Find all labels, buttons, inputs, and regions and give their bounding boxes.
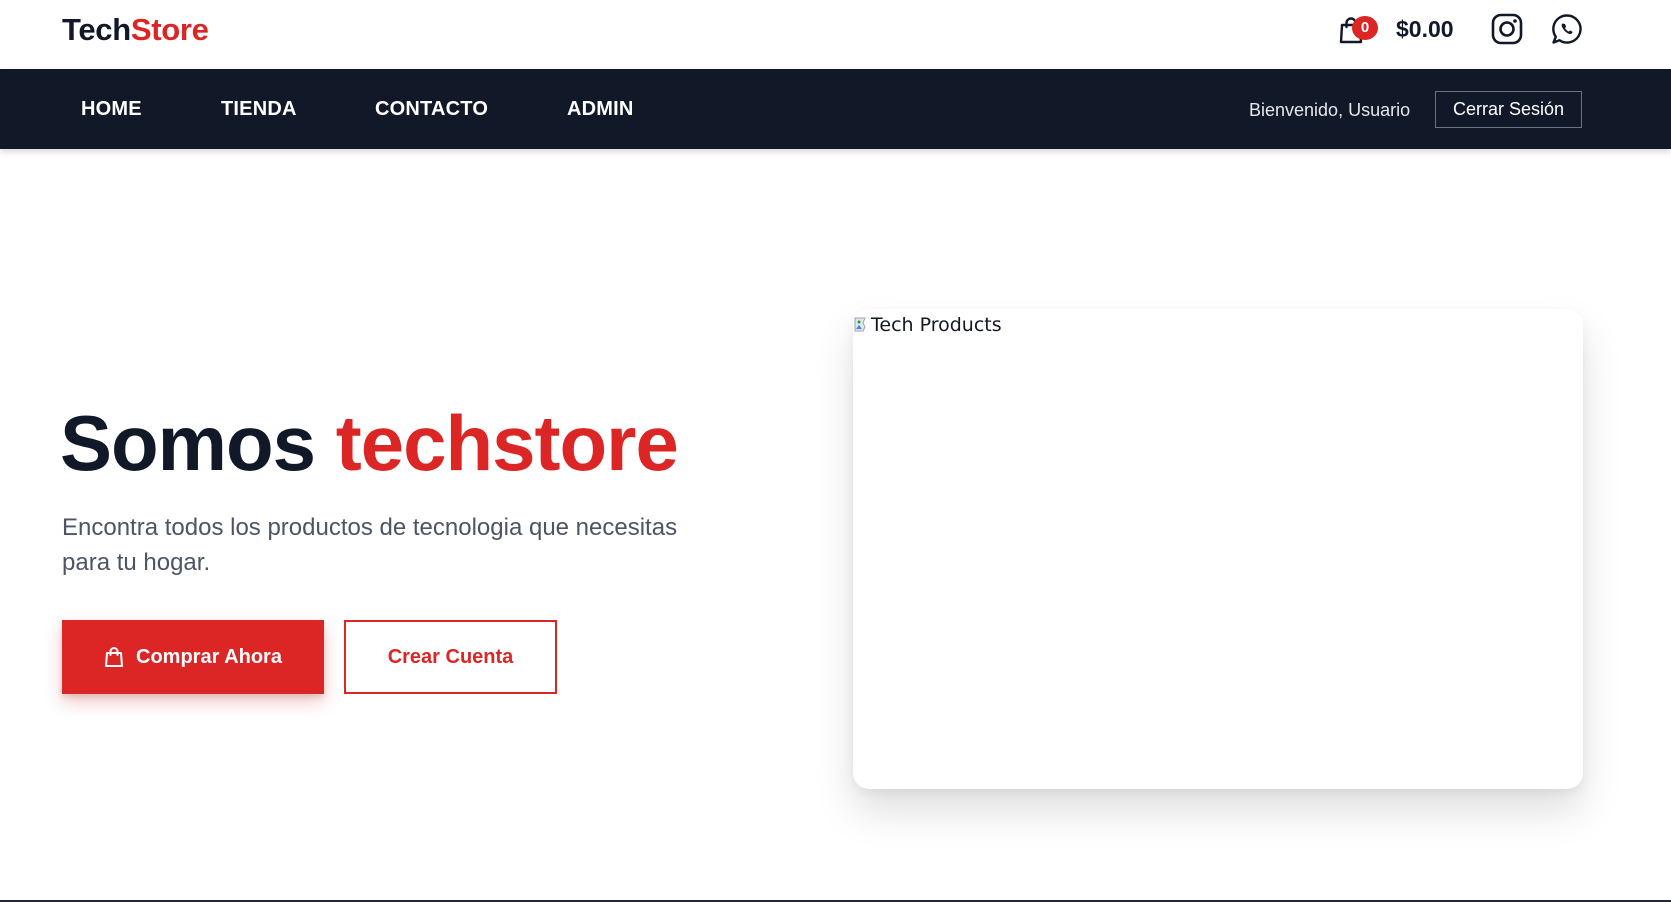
logo-part-tech: Tech	[62, 12, 131, 47]
logout-button[interactable]: Cerrar Sesión	[1435, 91, 1582, 128]
cart-total: $0.00	[1396, 16, 1454, 42]
hero-title: Somos techstore	[60, 398, 679, 488]
hero-title-prefix: Somos	[60, 399, 316, 487]
nav-link-tienda[interactable]: TIENDA	[221, 97, 297, 121]
nav-link-contacto[interactable]: CONTACTO	[375, 97, 488, 121]
broken-image-placeholder: Tech Products	[853, 313, 1002, 337]
top-header: TechStore 0 $0.00	[0, 0, 1671, 69]
shopping-bag-icon	[105, 647, 123, 667]
welcome-message: Bienvenido, Usuario	[1249, 100, 1411, 120]
nav-link-admin[interactable]: ADMIN	[567, 97, 634, 121]
cart-button[interactable]: 0	[1334, 12, 1378, 48]
logo-part-store: Store	[130, 12, 209, 47]
create-account-button[interactable]: Crear Cuenta	[344, 620, 557, 694]
cart-count-badge: 0	[1352, 16, 1378, 40]
site-logo[interactable]: TechStore	[62, 12, 209, 48]
buy-now-label: Comprar Ahora	[136, 646, 282, 668]
whatsapp-icon[interactable]	[1550, 12, 1584, 46]
broken-image-icon	[854, 317, 866, 332]
main-navbar: HOME TIENDA CONTACTO ADMIN Bienvenido, U…	[0, 69, 1671, 149]
hero-image-alt-text: Tech Products	[871, 314, 1002, 336]
hero-product-image: Tech Products	[853, 309, 1583, 789]
hero-subtitle: Encontra todos los productos de tecnolog…	[62, 514, 678, 576]
nav-link-home[interactable]: HOME	[81, 97, 142, 121]
buy-now-button[interactable]: Comprar Ahora	[62, 620, 324, 694]
hero-title-brand: techstore	[335, 399, 679, 487]
instagram-icon[interactable]	[1490, 12, 1524, 46]
